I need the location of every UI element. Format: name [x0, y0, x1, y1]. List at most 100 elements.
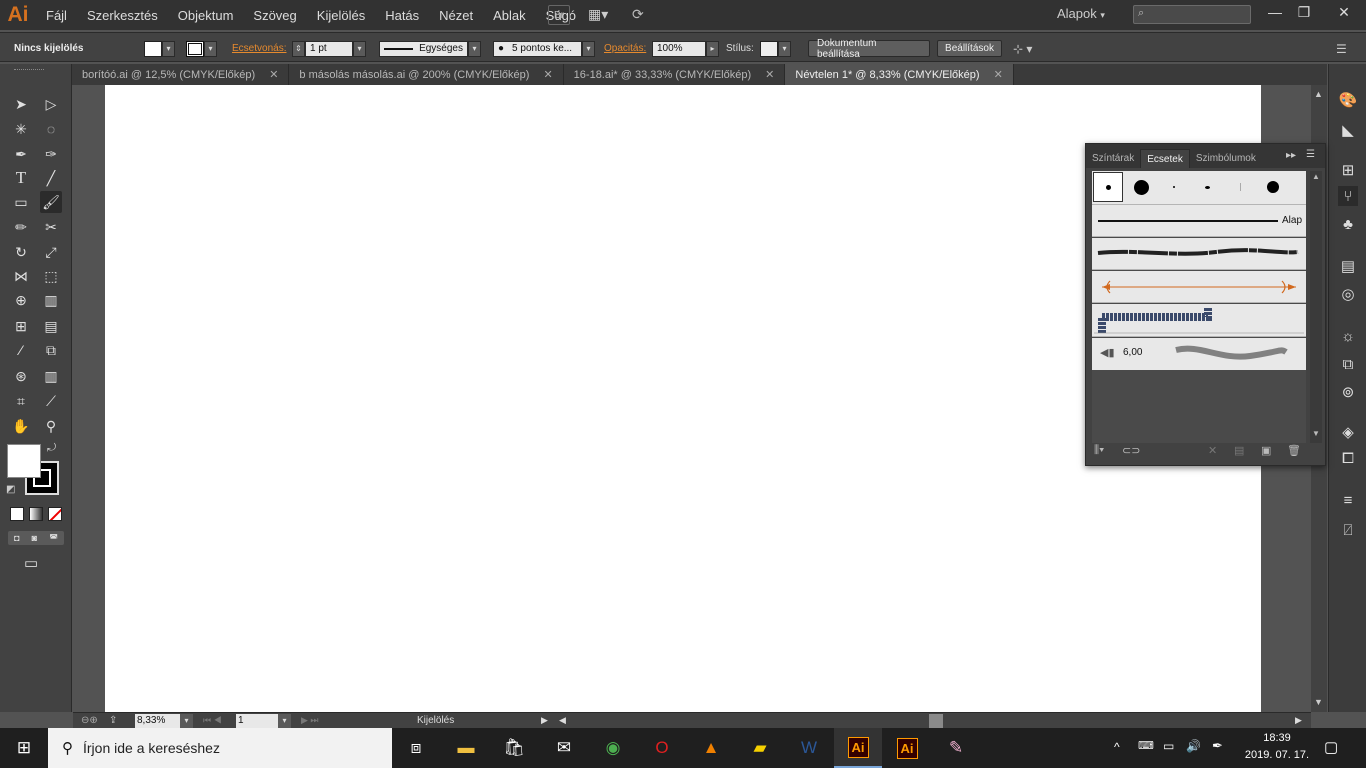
- menu-file[interactable]: Fájl: [36, 8, 77, 23]
- layers-icon[interactable]: ◈: [1338, 422, 1358, 442]
- close-icon[interactable]: ✕: [543, 68, 552, 81]
- swatches-icon[interactable]: ⊞: [1338, 160, 1358, 180]
- cc-libraries-icon[interactable]: ⊚: [1338, 382, 1358, 402]
- panel-grip[interactable]: [14, 69, 44, 73]
- direct-selection-tool-icon[interactable]: ▷: [40, 93, 62, 115]
- remove-stroke-icon[interactable]: ✕: [1208, 444, 1217, 457]
- document-setup-button[interactable]: Dokumentum beállítása: [808, 38, 930, 60]
- draw-mode-icons[interactable]: ◘ ◙ ◚: [8, 531, 64, 545]
- brush-thumb[interactable]: [1126, 172, 1156, 202]
- show-hidden-icons[interactable]: ^: [1114, 740, 1120, 754]
- artboard-next-icon[interactable]: ▶ ⏭: [301, 715, 319, 726]
- magic-wand-tool-icon[interactable]: ✳: [10, 118, 32, 140]
- bridge-button[interactable]: Br: [548, 5, 570, 25]
- appearance-icon[interactable]: ☼: [1338, 326, 1358, 346]
- brush-row-basic[interactable]: Alap: [1092, 205, 1306, 237]
- scroll-right-icon[interactable]: ▶: [1295, 715, 1302, 726]
- chevron-down-icon[interactable]: ▾: [162, 40, 175, 57]
- new-brush-icon[interactable]: ▣: [1261, 444, 1271, 457]
- mesh-tool-icon[interactable]: ⊞: [10, 315, 32, 337]
- menu-window[interactable]: Ablak: [483, 8, 536, 23]
- stroke-weight-control[interactable]: ⇕ 1 pt ▾: [292, 40, 366, 57]
- menu-view[interactable]: Nézet: [429, 8, 483, 23]
- illustrator-taskbar-2[interactable]: Ai: [883, 728, 931, 768]
- taskbar-search[interactable]: ⚲ Írjon ide a kereséshez: [48, 728, 392, 768]
- scroll-up-icon[interactable]: ▲: [1314, 89, 1323, 99]
- brush-row-arrow[interactable]: [1092, 271, 1306, 303]
- share-icon[interactable]: ⇪: [109, 715, 117, 726]
- gradient-panel-icon[interactable]: ▤: [1338, 256, 1358, 276]
- transparency-icon[interactable]: ◎: [1338, 284, 1358, 304]
- arrange-documents-icon[interactable]: ▦▾: [588, 6, 616, 24]
- close-button[interactable]: ✕: [1331, 4, 1357, 24]
- hand-tool-icon[interactable]: ✋: [10, 415, 32, 437]
- swap-fill-stroke-icon[interactable]: ⤾: [47, 442, 56, 455]
- column-graph-tool-icon[interactable]: ▥: [40, 365, 62, 387]
- tab-document-3[interactable]: 16-18.ai* @ 33,33% (CMYK/Előkép) ✕: [564, 64, 786, 85]
- close-icon[interactable]: ✕: [269, 68, 278, 81]
- minimize-button[interactable]: —: [1262, 4, 1288, 24]
- expand-panel-icon[interactable]: ▸▸: [1286, 150, 1296, 161]
- menu-effect[interactable]: Hatás: [375, 8, 429, 23]
- menu-edit[interactable]: Szerkesztés: [77, 8, 168, 23]
- chevron-down-icon[interactable]: ▾: [468, 40, 481, 57]
- brush-thumb[interactable]: [1225, 172, 1255, 202]
- symbols-icon[interactable]: ♣: [1338, 214, 1358, 234]
- color-mode-icon[interactable]: [10, 507, 24, 521]
- brush-options-icon[interactable]: ▤: [1234, 444, 1244, 457]
- lasso-tool-icon[interactable]: ◌: [40, 118, 62, 140]
- zoom-input[interactable]: 8,33%: [135, 714, 180, 728]
- graphic-styles-icon[interactable]: ⧉: [1338, 354, 1358, 374]
- perspective-grid-tool-icon[interactable]: ▥: [40, 289, 62, 311]
- notifications-icon[interactable]: ▢: [1324, 738, 1338, 756]
- brush-row-bristle[interactable]: ◀▮ 6,00: [1092, 338, 1306, 370]
- blend-tool-icon[interactable]: ⧉: [40, 339, 62, 361]
- free-transform-tool-icon[interactable]: ⬚: [40, 265, 62, 287]
- brush-thumb[interactable]: [1159, 172, 1189, 202]
- draw-inside-icon[interactable]: ◚: [49, 533, 58, 544]
- eraser-app-icon[interactable]: ✎: [932, 728, 980, 768]
- tab-symbols[interactable]: Szimbólumok: [1190, 149, 1262, 168]
- rectangle-tool-icon[interactable]: ▭: [10, 191, 32, 213]
- pen-workspace-icon[interactable]: ✒: [1212, 738, 1223, 754]
- pen-tool-icon[interactable]: ✒: [10, 143, 32, 165]
- gpu-performance-icon[interactable]: ⟳: [632, 6, 654, 24]
- paintbrush-tool-icon[interactable]: 🖌: [40, 191, 62, 213]
- menu-object[interactable]: Objektum: [168, 8, 244, 23]
- stroke-color-control[interactable]: ▾: [186, 40, 217, 57]
- chevron-right-icon[interactable]: ▶: [541, 715, 548, 726]
- mail-icon[interactable]: ✉: [540, 728, 588, 768]
- default-colors-icon[interactable]: ◩: [6, 484, 15, 495]
- chevron-down-icon[interactable]: ▾: [778, 40, 791, 57]
- word-icon[interactable]: W: [785, 728, 833, 768]
- type-tool-icon[interactable]: T: [10, 167, 32, 189]
- chrome-icon[interactable]: ◉: [589, 728, 637, 768]
- chevron-right-icon[interactable]: ▸: [706, 40, 719, 57]
- variable-width-profile[interactable]: Egységes ▾: [379, 40, 481, 57]
- brush-thumb[interactable]: [1258, 172, 1288, 202]
- workspace-switcher[interactable]: Alapok ▾: [1057, 6, 1105, 21]
- tab-document-1[interactable]: borítóó.ai @ 12,5% (CMYK/Előkép) ✕: [72, 64, 290, 85]
- draw-behind-icon[interactable]: ◙: [32, 533, 37, 543]
- scroll-down-icon[interactable]: ▼: [1312, 429, 1320, 438]
- input-method-icon[interactable]: ⌨: [1138, 739, 1154, 752]
- panel-menu-icon[interactable]: ☰: [1306, 149, 1315, 160]
- task-view-icon[interactable]: ⧈: [392, 728, 440, 768]
- horizontal-scroll-thumb[interactable]: [929, 714, 943, 728]
- brush-definition[interactable]: ● 5 pontos ke... ▾: [493, 40, 595, 57]
- menu-type[interactable]: Szöveg: [243, 8, 306, 23]
- selection-tool-icon[interactable]: ➤: [10, 93, 32, 115]
- tab-swatch-libraries[interactable]: Színtárak: [1086, 149, 1140, 168]
- color-palette-icon[interactable]: 🎨: [1338, 90, 1358, 110]
- menu-select[interactable]: Kijelölés: [307, 8, 375, 23]
- vlc-icon[interactable]: ▲: [687, 728, 735, 768]
- help-search-input[interactable]: ⌕: [1133, 5, 1251, 24]
- eyedropper-tool-icon[interactable]: ⁄: [10, 339, 32, 361]
- cc-status-icon[interactable]: ⊖⊕: [81, 715, 98, 726]
- illustrator-taskbar-active[interactable]: Ai: [834, 728, 882, 768]
- chevron-down-icon[interactable]: ▾: [353, 40, 366, 57]
- draw-normal-icon[interactable]: ◘: [14, 533, 19, 543]
- chevron-down-icon[interactable]: ▾: [204, 40, 217, 57]
- rotate-tool-icon[interactable]: ↻: [10, 241, 32, 263]
- sticky-notes-icon[interactable]: ▰: [736, 728, 784, 768]
